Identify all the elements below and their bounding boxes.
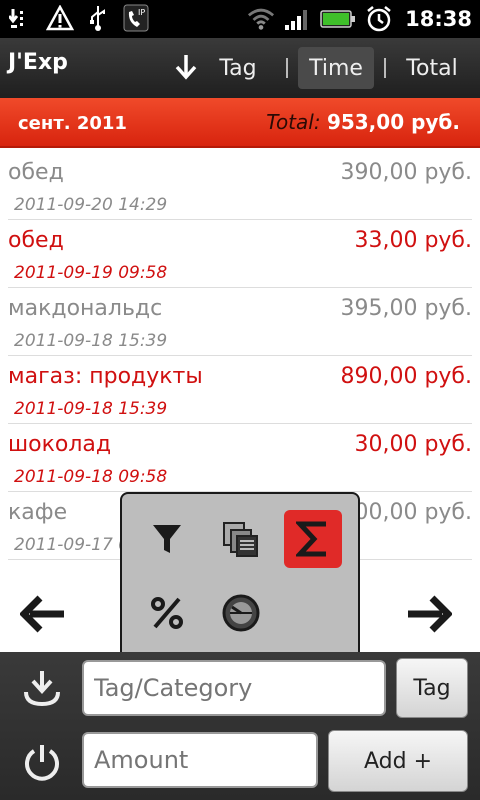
alarm-icon (365, 5, 393, 33)
expense-row[interactable]: обед 390,00 руб. 2011-09-20 14:29 (8, 152, 472, 220)
tab-separator (286, 58, 288, 78)
total-summary: Total: 953,00 руб. (266, 110, 460, 134)
app-bar: J'Exp Tag Time Total (0, 38, 480, 98)
app-title: J'Exp (8, 50, 68, 75)
wifi-icon (247, 5, 275, 33)
expense-row[interactable]: обед 33,00 руб. 2011-09-19 09:58 (8, 220, 472, 288)
filter-icon[interactable] (138, 510, 196, 568)
warning-icon (46, 4, 74, 32)
copy-icon[interactable] (212, 510, 270, 568)
expense-name: обед (8, 160, 64, 185)
tab-total[interactable]: Total (398, 47, 466, 89)
tab-separator (384, 58, 386, 78)
quick-actions-popup (120, 492, 360, 662)
expense-amount: 30,00 руб. (354, 432, 472, 457)
power-icon[interactable] (22, 742, 62, 782)
expense-amount: 390,00 руб. (340, 160, 472, 185)
clock-icon[interactable] (212, 584, 270, 642)
expense-name: магаз: продукты (8, 364, 203, 389)
download-icon (8, 4, 36, 32)
expense-name: кафе (8, 500, 68, 525)
expense-amount: 33,00 руб. (354, 228, 472, 253)
expense-amount: 500,00 руб. (340, 500, 472, 525)
expense-row[interactable]: магаз: продукты 890,00 руб. 2011-09-18 1… (8, 356, 472, 424)
arrow-left-icon[interactable] (19, 594, 66, 634)
expense-row[interactable]: макдональдс 395,00 руб. 2011-09-18 15:39 (8, 288, 472, 356)
amount-input[interactable] (82, 732, 318, 788)
expense-amount: 890,00 руб. (340, 364, 472, 389)
expense-date: 2011-09-20 14:29 (14, 195, 168, 215)
month-label: сент. 2011 (18, 113, 127, 134)
expense-amount: 395,00 руб. (340, 296, 472, 321)
battery-icon (319, 5, 357, 33)
expense-name: обед (8, 228, 64, 253)
tab-time[interactable]: Time (298, 47, 374, 89)
download-tray-icon[interactable] (22, 668, 62, 708)
arrow-right-icon[interactable] (406, 594, 453, 634)
expense-row[interactable]: шоколад 30,00 руб. 2011-09-18 09:58 (8, 424, 472, 492)
tag-button[interactable]: Tag (396, 658, 468, 718)
sum-icon[interactable] (284, 510, 342, 568)
svg-text:IP: IP (138, 8, 145, 17)
total-label: Total: (266, 110, 321, 134)
usb-icon (84, 4, 112, 32)
month-summary-bar: сент. 2011 Total: 953,00 руб. (0, 98, 480, 148)
sip-call-icon: IP (122, 4, 150, 32)
percent-icon[interactable] (138, 584, 196, 642)
status-bar: IP 18:38 (0, 0, 480, 38)
expense-date: 2011-09-19 09:58 (14, 263, 168, 283)
add-button[interactable]: Add + (328, 730, 468, 792)
signal-icon (283, 5, 311, 33)
total-value: 953,00 руб. (326, 110, 460, 134)
expense-name: шоколад (8, 432, 112, 457)
expense-date: 2011-09-18 09:58 (14, 467, 168, 487)
clock-time: 18:38 (405, 7, 472, 31)
expense-date: 2011-09-18 15:39 (14, 331, 168, 351)
sort-down-arrow-icon[interactable] (172, 52, 200, 82)
tab-tag[interactable]: Tag (212, 47, 264, 89)
expense-name: макдональдс (8, 296, 163, 321)
expense-date: 2011-09-18 15:39 (14, 399, 168, 419)
tag-category-input[interactable] (82, 660, 386, 716)
input-panel: Tag Add + (0, 652, 480, 800)
